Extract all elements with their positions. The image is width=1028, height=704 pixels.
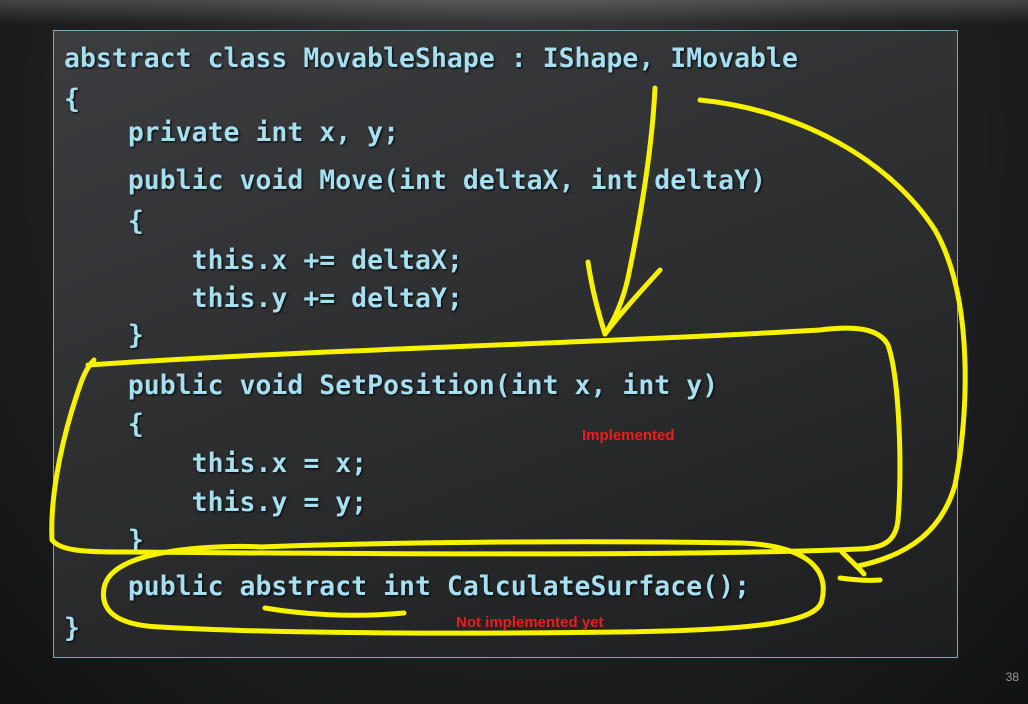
- code-line: abstract class MovableShape : IShape, IM…: [64, 43, 798, 74]
- top-gloss: [0, 0, 1028, 24]
- code-line: }: [64, 613, 80, 644]
- code-line: this.y = y;: [64, 487, 368, 518]
- code-line: public void Move(int deltaX, int deltaY): [64, 165, 766, 196]
- code-line: }: [64, 320, 144, 351]
- code-line: this.y += deltaY;: [64, 283, 463, 314]
- code-line: }: [64, 525, 144, 556]
- slide-number: 38: [1005, 670, 1019, 684]
- code-line: public void SetPosition(int x, int y): [64, 370, 719, 401]
- code-line: {: [64, 206, 144, 237]
- code-line: public abstract int CalculateSurface();: [64, 571, 751, 602]
- code-line: {: [64, 409, 144, 440]
- code-block: abstract class MovableShape : IShape, IM…: [53, 30, 958, 658]
- code-line: this.x += deltaX;: [64, 245, 463, 276]
- code-line: this.x = x;: [64, 448, 368, 479]
- code-line: {: [64, 84, 80, 115]
- code-line: private int x, y;: [64, 117, 400, 148]
